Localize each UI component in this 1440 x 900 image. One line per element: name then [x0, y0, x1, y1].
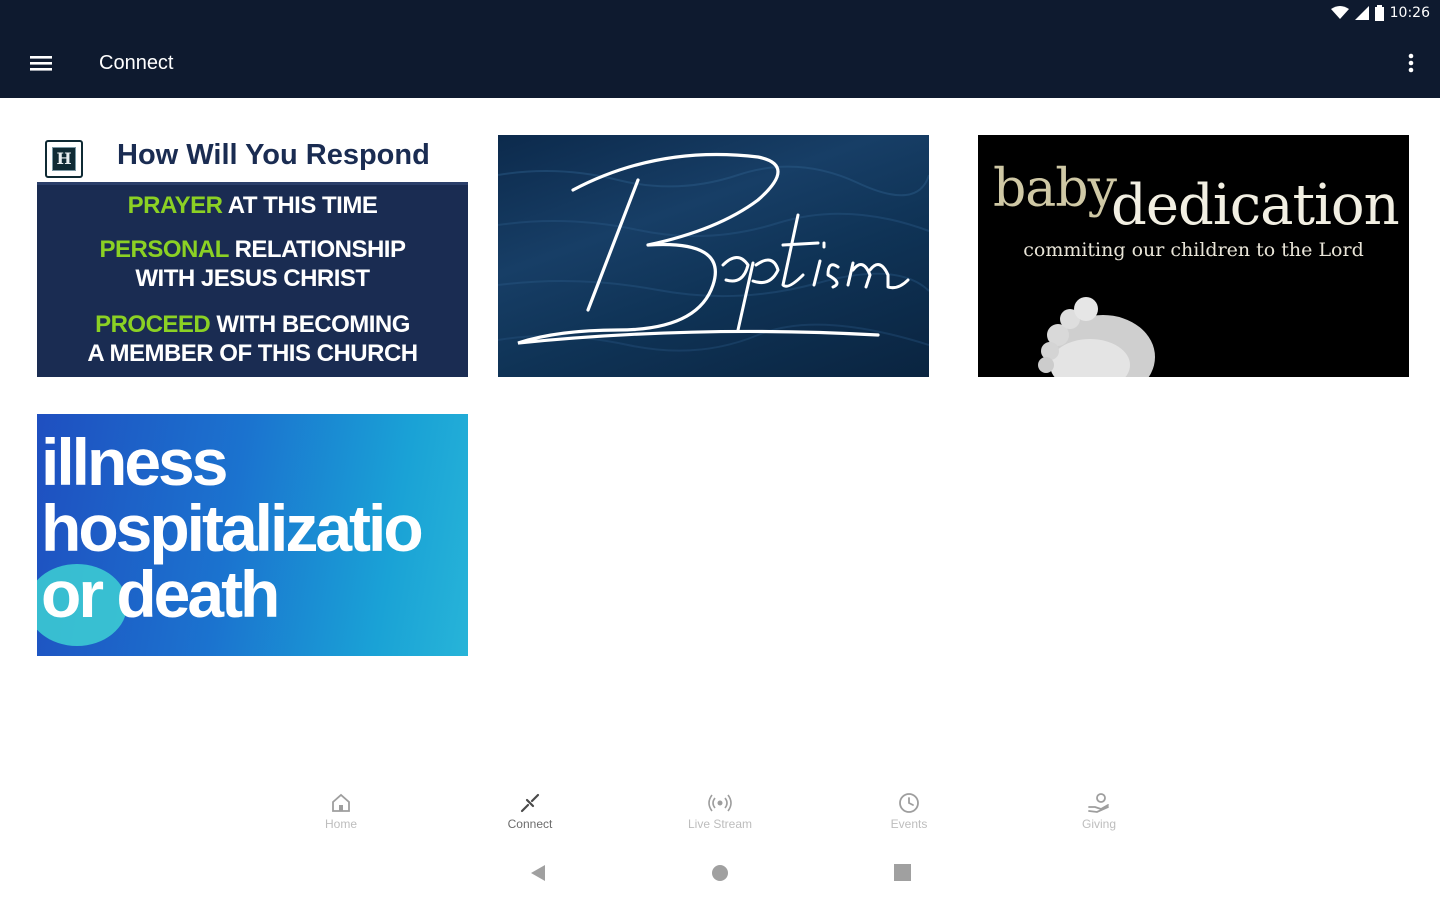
card-how-will-you-respond[interactable]: H How Will You Respond PRAYER AT THIS TI… — [37, 135, 468, 377]
nav-label: Connect — [507, 817, 553, 831]
nav-label: Giving — [1081, 817, 1116, 831]
more-vert-icon[interactable] — [1404, 50, 1418, 76]
app-bar: Connect — [0, 28, 1440, 98]
illness-line: hospitalizatio — [41, 491, 424, 565]
battery-icon — [1374, 5, 1384, 21]
page-title: Connect — [99, 52, 174, 74]
nav-label: Events — [890, 817, 928, 831]
connect-icon — [475, 792, 585, 814]
back-icon[interactable] — [529, 864, 547, 887]
home-icon — [286, 792, 396, 814]
giving-icon — [1044, 792, 1154, 814]
dedication-title: dedication — [1111, 173, 1400, 238]
response-line: PERSONAL RELATIONSHIP — [99, 236, 406, 263]
illness-line: or death — [41, 557, 280, 631]
home-circle-icon[interactable] — [711, 864, 729, 887]
card-subtitle: commiting our children to the Lord — [1023, 239, 1364, 261]
response-line: A MEMBER OF THIS CHURCH — [87, 340, 418, 367]
response-panel: PRAYER AT THIS TIME PERSONAL RELATIONSHI… — [37, 182, 468, 377]
nav-connect[interactable]: Connect — [475, 792, 585, 831]
baby-title: baby — [993, 159, 1117, 219]
card-illness[interactable]: illness hospitalizatio or death — [37, 414, 468, 656]
nav-home[interactable]: Home — [286, 792, 396, 831]
church-logo: H — [45, 140, 83, 178]
nav-events[interactable]: Events — [854, 792, 964, 831]
status-bar: 10:26 — [0, 0, 1440, 28]
response-line: PROCEED WITH BECOMING — [95, 311, 410, 338]
system-navigation-bar — [0, 846, 1440, 900]
signal-icon — [1354, 6, 1369, 20]
response-line: PRAYER AT THIS TIME — [127, 192, 378, 219]
water-background — [498, 152, 929, 352]
nav-label: Live Stream — [687, 817, 753, 831]
live-stream-icon — [665, 792, 775, 814]
wifi-icon — [1330, 6, 1349, 20]
nav-live-stream[interactable]: Live Stream — [665, 792, 775, 831]
baby-foot-image — [1038, 297, 1155, 377]
clock-icon — [854, 792, 964, 814]
menu-icon[interactable] — [28, 50, 54, 76]
illness-line: illness — [41, 425, 228, 499]
response-line: WITH JESUS CHRIST — [135, 265, 370, 292]
status-time: 10:26 — [1389, 5, 1430, 21]
recents-icon[interactable] — [894, 864, 911, 886]
card-heading: How Will You Respond — [117, 139, 430, 171]
bottom-navigation: Home Connect Live Stream Events Giving — [0, 782, 1440, 846]
card-baby-dedication[interactable]: baby dedication commiting our children t… — [978, 135, 1409, 377]
nav-label: Home — [324, 817, 357, 831]
nav-giving[interactable]: Giving — [1044, 792, 1154, 831]
card-baptism[interactable] — [498, 135, 929, 377]
